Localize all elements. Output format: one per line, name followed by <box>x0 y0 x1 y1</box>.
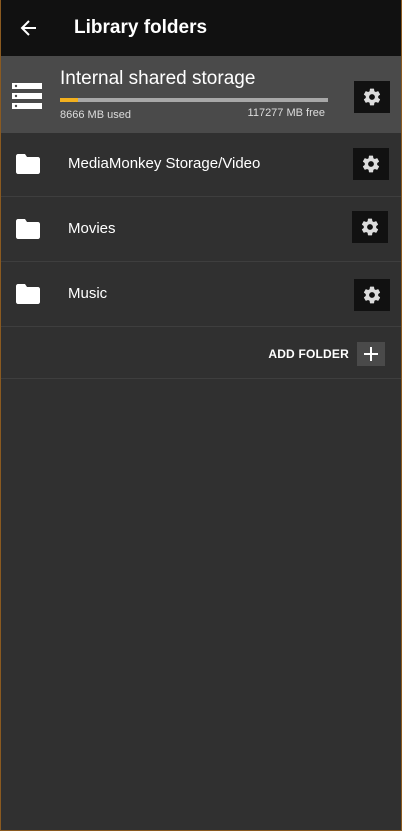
folder-label: Movies <box>68 220 116 237</box>
gear-icon <box>362 155 380 173</box>
folder-item[interactable]: Movies <box>1 198 401 262</box>
folder-label: MediaMonkey Storage/Video <box>68 155 261 172</box>
page-title: Library folders <box>74 17 208 38</box>
storage-icon <box>12 83 42 109</box>
folder-settings-button[interactable] <box>353 148 389 180</box>
app-bar: Library folders <box>1 0 401 56</box>
gear-icon <box>363 88 381 106</box>
back-button[interactable] <box>15 14 43 42</box>
folder-icon <box>16 154 40 174</box>
plus-icon <box>364 347 378 361</box>
storage-used-text: 8666 MB used <box>60 109 131 121</box>
storage-title: Internal shared storage <box>60 68 256 89</box>
gear-icon <box>361 218 379 236</box>
storage-settings-button[interactable] <box>354 81 390 113</box>
arrow-left-icon <box>20 20 36 36</box>
folder-label: Music <box>68 285 108 302</box>
storage-usage-bar <box>60 98 328 102</box>
gear-icon <box>363 286 381 304</box>
storage-item-internal[interactable]: Internal shared storage 8666 MB used 117… <box>1 56 401 133</box>
folder-item[interactable]: MediaMonkey Storage/Video <box>1 133 401 197</box>
add-folder-label[interactable]: ADD FOLDER <box>268 347 349 361</box>
folder-icon <box>16 219 40 239</box>
storage-free-text: 117277 MB free <box>247 107 325 119</box>
folder-settings-button[interactable] <box>354 279 390 311</box>
add-folder-row: ADD FOLDER <box>1 328 401 379</box>
storage-usage-fill <box>60 98 79 102</box>
add-folder-button[interactable] <box>357 342 385 366</box>
folder-item[interactable]: Music <box>1 263 401 327</box>
folder-settings-button[interactable] <box>352 211 388 243</box>
folder-icon <box>16 284 40 304</box>
